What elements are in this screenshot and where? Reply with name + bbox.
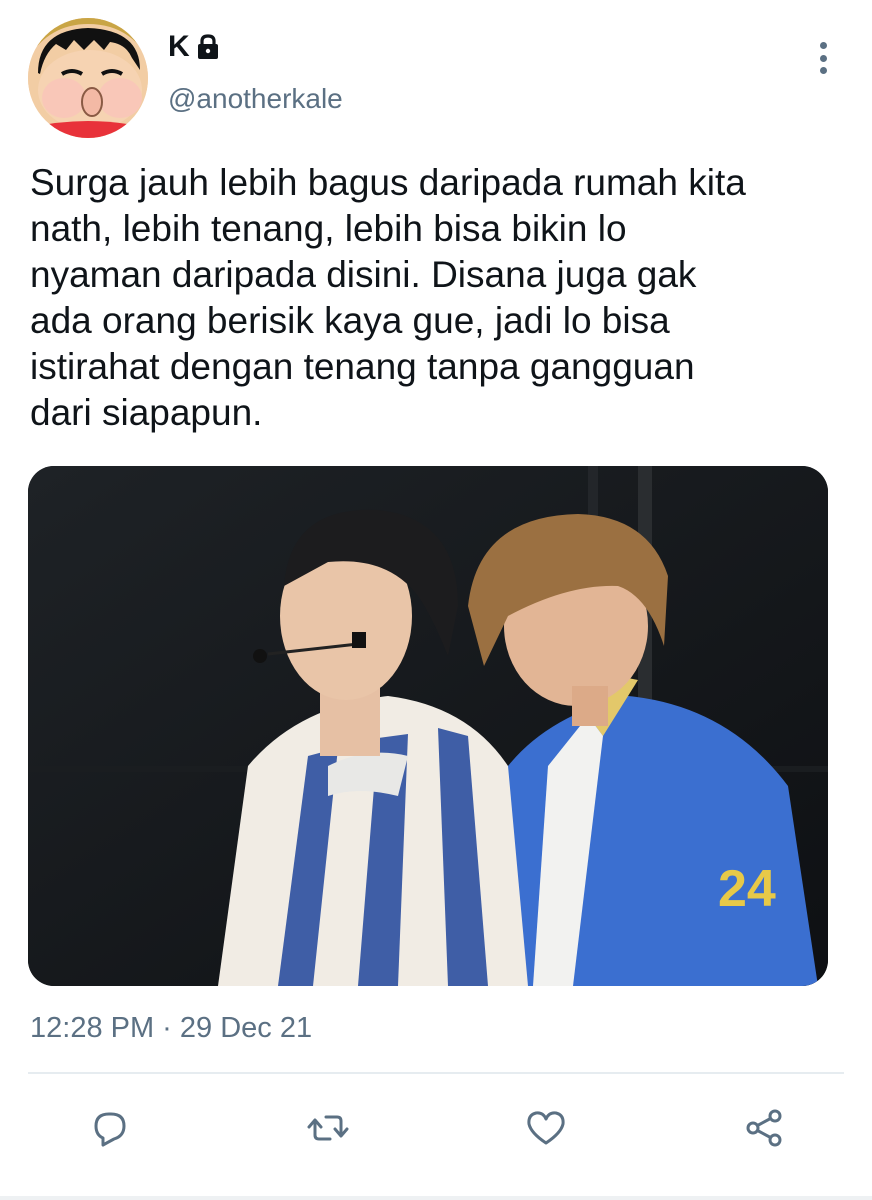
svg-text:24: 24 bbox=[718, 860, 776, 918]
author-handle[interactable]: @anotherkale bbox=[168, 82, 343, 116]
display-name[interactable]: K bbox=[168, 30, 190, 64]
tweet-text: Surga jauh lebih bagus daripada rumah ki… bbox=[30, 162, 746, 433]
action-bar bbox=[0, 1098, 872, 1158]
lock-icon bbox=[196, 34, 220, 60]
tweet-photo[interactable]: 24 bbox=[28, 466, 828, 986]
more-options-icon[interactable] bbox=[808, 40, 838, 76]
retweet-button[interactable] bbox=[298, 1098, 358, 1158]
avatar[interactable] bbox=[28, 18, 148, 138]
heart-icon bbox=[527, 1111, 565, 1145]
bottom-border bbox=[0, 1196, 872, 1200]
tweet-card: K @anotherkale Surga jauh lebih bagus da… bbox=[0, 0, 872, 1200]
photo-two-performers-icon: 24 bbox=[28, 466, 828, 986]
reply-icon bbox=[94, 1112, 126, 1147]
divider bbox=[28, 1072, 844, 1074]
retweet-icon bbox=[307, 1115, 349, 1141]
reply-button[interactable] bbox=[80, 1098, 140, 1158]
author-row: K bbox=[168, 30, 220, 64]
cartoon-avatar-icon bbox=[28, 18, 148, 138]
share-icon bbox=[746, 1109, 782, 1147]
tweet-timestamp[interactable]: 12:28 PM · 29 Dec 21 bbox=[30, 1010, 312, 1046]
share-button[interactable] bbox=[734, 1098, 794, 1158]
like-button[interactable] bbox=[516, 1098, 576, 1158]
